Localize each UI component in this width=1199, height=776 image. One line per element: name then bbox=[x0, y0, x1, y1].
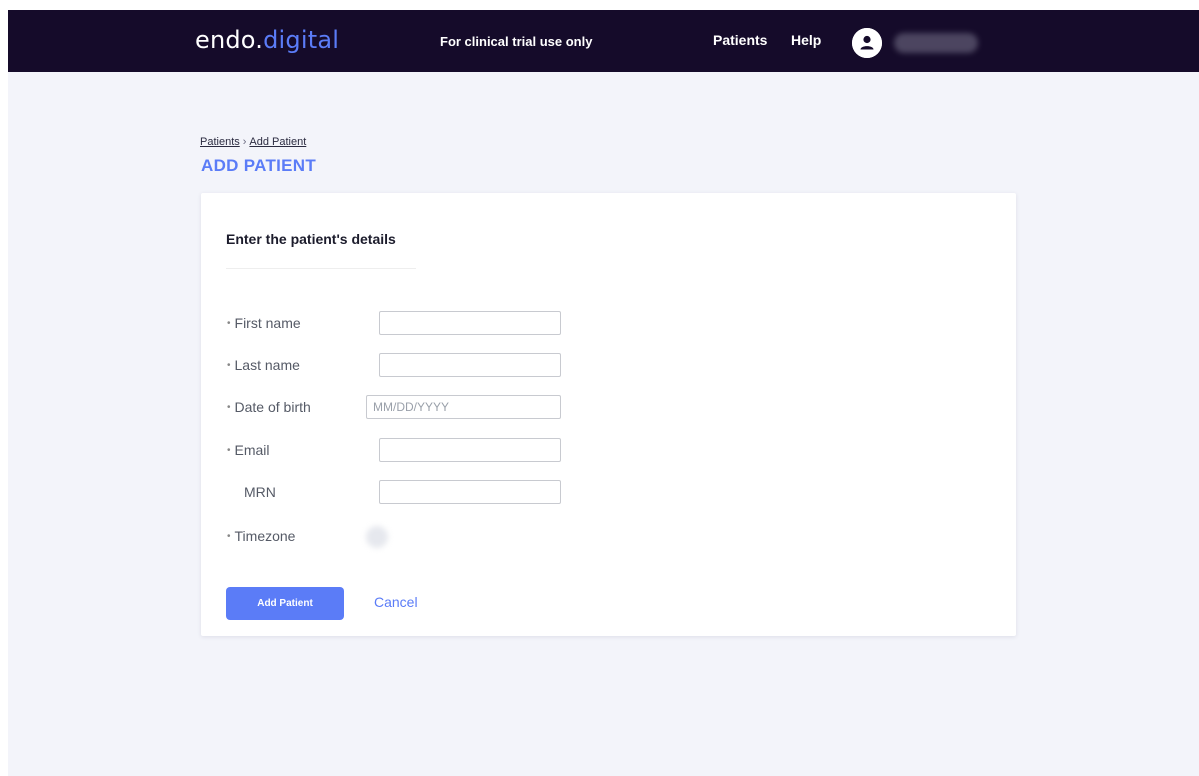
required-marker: • bbox=[227, 318, 231, 329]
page-title: ADD PATIENT bbox=[201, 156, 317, 175]
timezone-label: • Timezone bbox=[227, 528, 295, 544]
date-of-birth-label-text: Date of birth bbox=[234, 399, 311, 415]
mrn-label: MRN bbox=[244, 484, 276, 500]
last-name-label-text: Last name bbox=[234, 357, 300, 373]
breadcrumb: Patients › Add Patient bbox=[200, 136, 306, 148]
timezone-label-text: Timezone bbox=[234, 528, 296, 544]
email-label: • Email bbox=[227, 442, 270, 458]
first-name-input[interactable] bbox=[379, 311, 561, 335]
breadcrumb-add-patient-link[interactable]: Add Patient bbox=[249, 136, 306, 148]
date-of-birth-input[interactable] bbox=[366, 395, 561, 419]
app-root: endo.digital For clinical trial use only… bbox=[8, 10, 1199, 776]
timezone-loading-indicator[interactable] bbox=[366, 526, 388, 548]
required-marker: • bbox=[227, 531, 231, 542]
email-input[interactable] bbox=[379, 438, 561, 462]
mrn-input[interactable] bbox=[379, 480, 561, 504]
title-divider bbox=[226, 268, 416, 269]
add-patient-button[interactable]: Add Patient bbox=[226, 587, 344, 620]
timezone-row: • Timezone bbox=[201, 523, 1016, 549]
user-name-redacted[interactable] bbox=[894, 33, 978, 53]
first-name-label-text: First name bbox=[234, 315, 301, 331]
first-name-row: • First name bbox=[201, 310, 1016, 336]
last-name-input[interactable] bbox=[379, 353, 561, 377]
required-marker: • bbox=[227, 445, 231, 456]
nav-patients-link[interactable]: Patients bbox=[713, 32, 767, 48]
add-patient-card: Enter the patient's details • First name … bbox=[201, 193, 1016, 636]
user-avatar-icon[interactable] bbox=[852, 28, 882, 58]
logo-text: endo. bbox=[195, 26, 264, 54]
top-navigation-bar: endo.digital For clinical trial use only… bbox=[8, 10, 1199, 72]
mrn-row: MRN bbox=[201, 479, 1016, 505]
date-of-birth-row: • Date of birth bbox=[201, 394, 1016, 420]
last-name-row: • Last name bbox=[201, 352, 1016, 378]
date-of-birth-label: • Date of birth bbox=[227, 399, 311, 415]
first-name-label: • First name bbox=[227, 315, 301, 331]
trial-use-notice: For clinical trial use only bbox=[440, 34, 593, 49]
required-marker: • bbox=[227, 402, 231, 413]
breadcrumb-patients-link[interactable]: Patients bbox=[200, 136, 240, 148]
form-title: Enter the patient's details bbox=[226, 231, 396, 247]
required-marker: • bbox=[227, 360, 231, 371]
breadcrumb-separator: › bbox=[242, 136, 247, 148]
endo-digital-logo[interactable]: endo.digital bbox=[195, 25, 339, 55]
email-label-text: Email bbox=[234, 442, 270, 458]
cancel-link[interactable]: Cancel bbox=[374, 594, 418, 610]
user-silhouette-icon bbox=[852, 28, 882, 58]
last-name-label: • Last name bbox=[227, 357, 300, 373]
nav-help-link[interactable]: Help bbox=[791, 32, 821, 48]
email-row: • Email bbox=[201, 437, 1016, 463]
logo-accent: digital bbox=[263, 26, 340, 54]
